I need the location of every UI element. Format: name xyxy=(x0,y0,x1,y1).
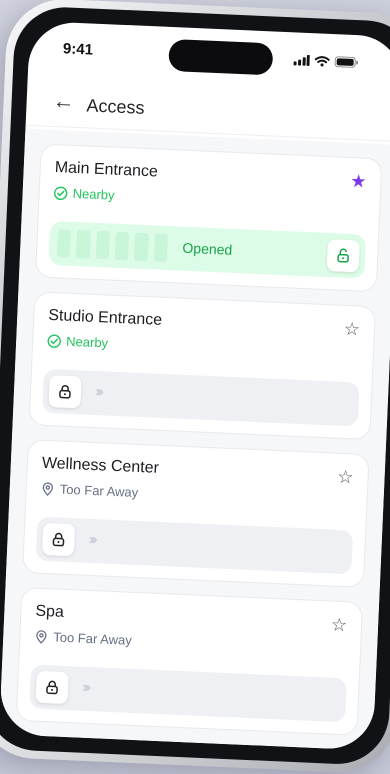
door-proximity: Nearby xyxy=(53,185,367,214)
signal-icon xyxy=(293,52,310,71)
status-bar: 9:41 xyxy=(28,21,390,87)
door-name: Main Entrance xyxy=(54,159,368,191)
phone-bezel: 9:41 ← Access xyxy=(0,5,390,766)
battery-icon xyxy=(334,54,359,73)
door-card-main-entrance: Main Entrance Nearby ★ Opened xyxy=(35,143,383,292)
chevrons-right-icon: ››› xyxy=(88,531,95,548)
location-pin-icon xyxy=(40,481,55,496)
door-proximity-label: Nearby xyxy=(66,334,109,351)
door-card-wellness-center: Wellness Center Too Far Away ☆ ››› xyxy=(22,439,370,588)
door-name: Wellness Center xyxy=(41,455,355,487)
favorite-star-icon[interactable]: ☆ xyxy=(337,468,354,487)
page-title: Access xyxy=(86,95,145,119)
door-proximity: Too Far Away xyxy=(40,481,354,510)
door-proximity-label: Too Far Away xyxy=(59,482,138,500)
opened-label: Opened xyxy=(49,234,365,264)
door-name: Spa xyxy=(35,603,349,635)
check-circle-icon xyxy=(53,186,68,201)
door-proximity: Nearby xyxy=(47,333,361,362)
chevrons-right-icon: ››› xyxy=(95,383,102,400)
door-proximity: Too Far Away xyxy=(34,629,348,658)
door-card-spa: Spa Too Far Away ☆ ››› xyxy=(16,587,364,736)
door-proximity-label: Too Far Away xyxy=(53,629,132,647)
dynamic-island xyxy=(168,39,273,76)
favorite-star-icon[interactable]: ★ xyxy=(350,172,367,191)
location-pin-icon xyxy=(34,629,49,644)
unlock-slider[interactable]: ››› xyxy=(42,369,360,427)
unlocked-icon xyxy=(335,247,352,264)
unlock-slider[interactable]: Opened xyxy=(49,221,367,279)
system-icons xyxy=(293,52,359,73)
phone-screen: 9:41 ← Access xyxy=(0,21,390,751)
door-list: Main Entrance Nearby ★ Opened xyxy=(0,129,390,751)
back-arrow-icon[interactable]: ← xyxy=(52,90,75,113)
door-card-studio-entrance: Studio Entrance Nearby ☆ ››› xyxy=(29,291,377,440)
status-time: 9:41 xyxy=(63,40,94,58)
lock-icon xyxy=(57,383,74,400)
door-proximity-label: Nearby xyxy=(72,186,115,203)
unlock-slider[interactable]: ››› xyxy=(36,517,354,575)
wifi-icon xyxy=(314,53,330,72)
lock-icon xyxy=(44,679,61,696)
door-name: Studio Entrance xyxy=(48,307,362,339)
unlock-knob[interactable] xyxy=(35,671,68,704)
unlock-knob[interactable] xyxy=(42,523,75,556)
lock-icon xyxy=(50,531,67,548)
favorite-star-icon[interactable]: ☆ xyxy=(344,320,361,339)
favorite-star-icon[interactable]: ☆ xyxy=(331,616,348,635)
unlock-knob[interactable] xyxy=(48,375,81,408)
check-circle-icon xyxy=(47,333,62,348)
unlock-slider[interactable]: ››› xyxy=(29,664,347,722)
unlock-knob[interactable] xyxy=(327,239,360,272)
phone-frame: 9:41 ← Access xyxy=(0,0,390,774)
chevrons-right-icon: ››› xyxy=(82,679,89,696)
